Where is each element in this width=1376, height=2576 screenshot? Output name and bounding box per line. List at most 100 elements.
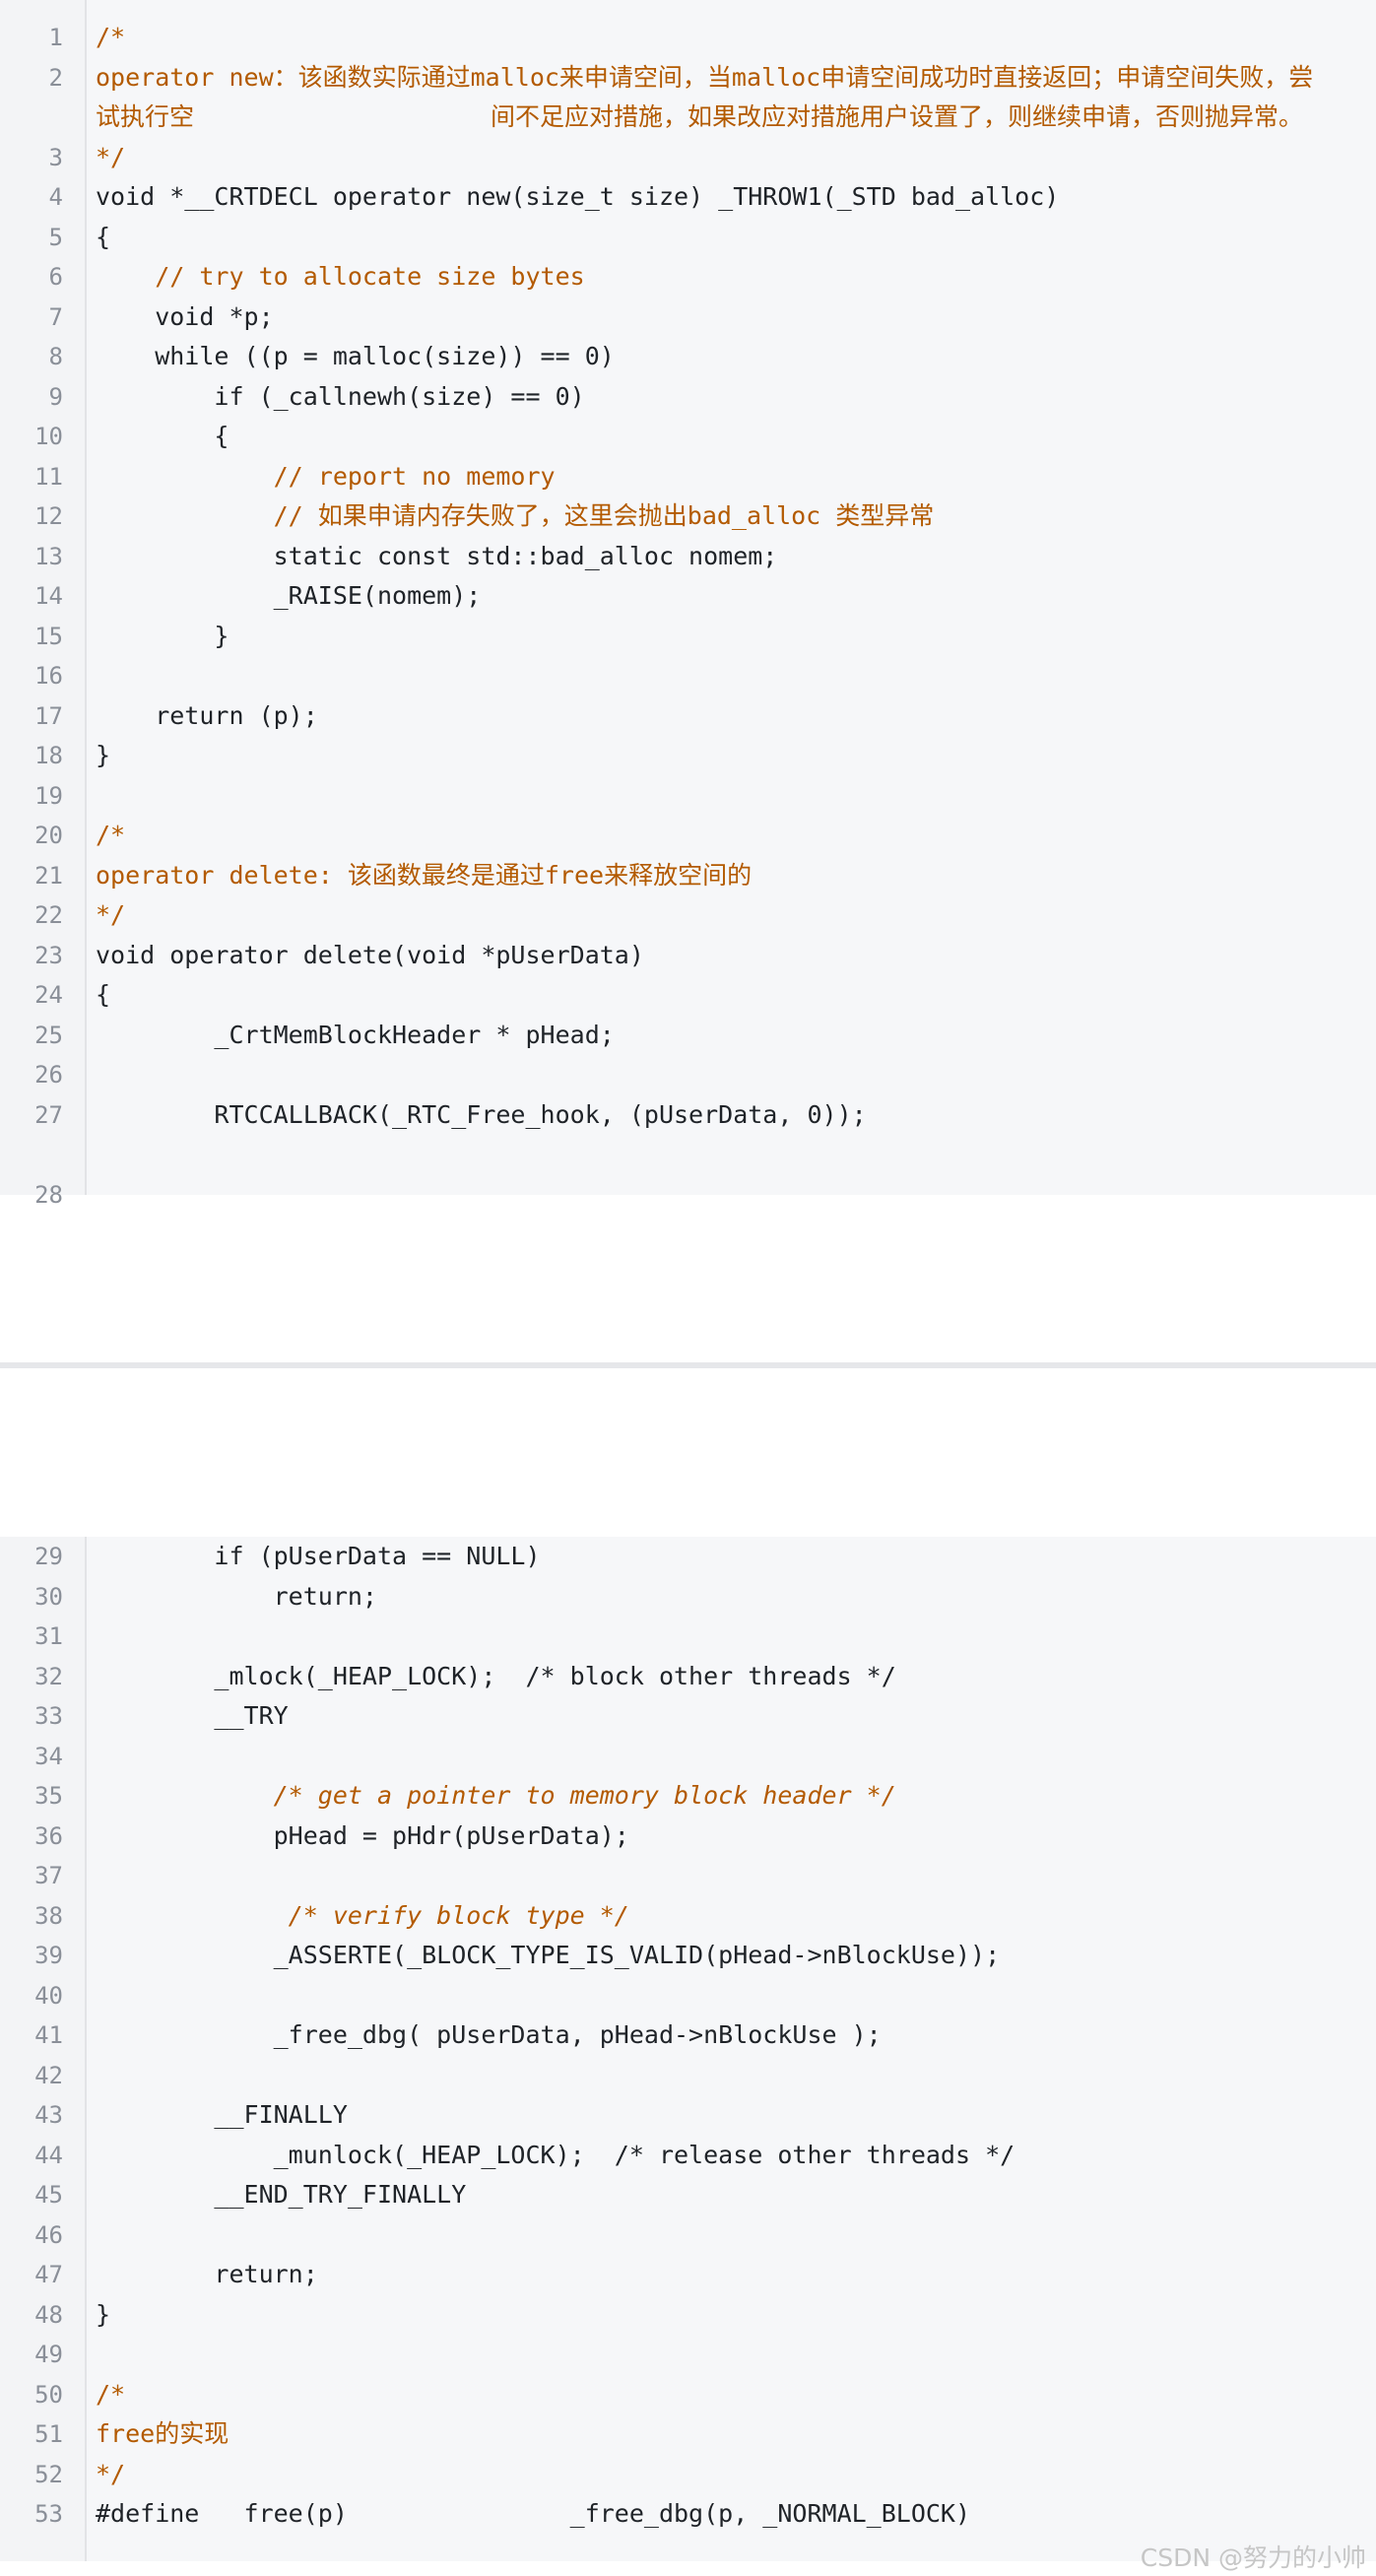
line-number: 36 xyxy=(34,1821,63,1850)
line-number: 41 xyxy=(34,2021,63,2049)
line-number: 13 xyxy=(34,542,63,570)
line-number: 48 xyxy=(34,2300,63,2329)
code-text: pHead = pHdr(pUserData); xyxy=(96,1820,629,1850)
line-number: 16 xyxy=(34,662,63,690)
code-text: _munlock(_HEAP_LOCK); /* release other t… xyxy=(96,2140,1016,2169)
line-number: 34 xyxy=(34,1742,63,1770)
code-text: } xyxy=(96,741,111,769)
code-text: } xyxy=(96,2299,111,2329)
code-line: 17 return (p); xyxy=(0,696,1376,737)
line-number: 47 xyxy=(34,2261,63,2288)
code-line: 24 { xyxy=(0,975,1376,1016)
code-line: 38 /* verify block type */ xyxy=(0,1896,1376,1937)
code-line: 12 // 如果申请内存失败了，这里会抛出bad_alloc 类型异常 xyxy=(0,496,1376,537)
code-text: { xyxy=(96,222,111,251)
code-text: _mlock(_HEAP_LOCK); /* block other threa… xyxy=(96,1661,896,1690)
code-line: 39 _ASSERTE(_BLOCK_TYPE_IS_VALID(pHead->… xyxy=(0,1936,1376,1976)
code-line: 34 xyxy=(0,1737,1376,1777)
code-line: 53 #define free(p) _free_dbg(p, _NORMAL_B… xyxy=(0,2494,1376,2535)
code-line: 41 _free_dbg( pUserData, pHead->nBlockUs… xyxy=(0,2015,1376,2056)
line-number: 21 xyxy=(34,861,63,890)
line-number: 14 xyxy=(34,582,63,610)
code-line: 40 xyxy=(0,1976,1376,2016)
code-block-bottom: 29 if (pUserData == NULL) 30 return; 31 32 … xyxy=(0,1537,1376,2561)
code-text: operator new：该函数实际通过malloc来申请空间，当malloc申… xyxy=(96,62,1314,132)
code-line: 50 /* xyxy=(0,2375,1376,2415)
code-text: /* xyxy=(96,2379,126,2409)
line-number: 1 xyxy=(48,24,63,51)
line-number: 26 xyxy=(34,1061,63,1089)
code-text: void *p; xyxy=(96,301,274,331)
code-text: { xyxy=(96,980,111,1009)
code-line: 3 */ xyxy=(0,138,1376,178)
code-line: 42 xyxy=(0,2056,1376,2096)
code-line: 18} xyxy=(0,736,1376,776)
code-line: 22 */ xyxy=(0,895,1376,936)
line-number: 46 xyxy=(34,2220,63,2249)
code-text: void operator delete(void *pUserData) xyxy=(96,940,644,969)
code-line: 5{ xyxy=(0,218,1376,258)
line-number: 3 xyxy=(48,143,63,171)
line-number: 11 xyxy=(34,462,63,491)
code-text: } xyxy=(96,621,229,650)
code-line: 10 { xyxy=(0,417,1376,457)
code-line: 28 xyxy=(0,1175,1376,1216)
code-line: 11 // report no memory xyxy=(0,457,1376,497)
line-number: 37 xyxy=(34,1862,63,1889)
code-text: __TRY xyxy=(96,1701,289,1730)
line-number: 52 xyxy=(34,2460,63,2488)
code-line: 29 if (pUserData == NULL) xyxy=(0,1537,1376,1577)
line-number: 15 xyxy=(34,622,63,650)
code-text: */ xyxy=(96,2459,126,2488)
line-number: 25 xyxy=(34,1021,63,1049)
code-line: 33 __TRY xyxy=(0,1696,1376,1737)
section-divider xyxy=(0,1362,1376,1368)
code-line: 4 void *__CRTDECL operator new(size_t siz… xyxy=(0,177,1376,218)
code-line: 13 static const std::bad_alloc nomem; xyxy=(0,537,1376,577)
code-line: 16 xyxy=(0,656,1376,696)
line-number: 35 xyxy=(34,1782,63,1810)
code-text: /* verify block type */ xyxy=(96,1900,629,1930)
code-text: if (pUserData == NULL) xyxy=(96,1542,541,1570)
code-text: void *__CRTDECL operator new(size_t size… xyxy=(96,182,1060,211)
code-text: return; xyxy=(96,2260,318,2288)
line-number: 43 xyxy=(34,2101,63,2129)
code-line: 43 __FINALLY xyxy=(0,2095,1376,2136)
code-text: _CrtMemBlockHeader * pHead; xyxy=(96,1020,615,1049)
code-line: 49 xyxy=(0,2335,1376,2375)
code-text: /* xyxy=(96,821,126,849)
line-number: 19 xyxy=(34,781,63,810)
line-number: 44 xyxy=(34,2141,63,2169)
csdn-watermark: CSDN @努力的小帅 xyxy=(1140,2543,1366,2572)
code-text: */ xyxy=(96,900,126,929)
code-line: 1 /* xyxy=(0,18,1376,58)
code-text: free的实现 xyxy=(96,2419,229,2448)
line-number: 33 xyxy=(34,1702,63,1730)
code-text: RTCCALLBACK(_RTC_Free_hook, (pUserData, … xyxy=(96,1099,867,1129)
code-line: 35 /* get a pointer to memory block head… xyxy=(0,1776,1376,1816)
code-text: _RAISE(nomem); xyxy=(96,581,482,610)
code-line: 19 xyxy=(0,776,1376,817)
code-line: 15 } xyxy=(0,617,1376,657)
line-number: 32 xyxy=(34,1662,63,1690)
code-line: 36 pHead = pHdr(pUserData); xyxy=(0,1816,1376,1857)
code-text: return; xyxy=(96,1581,377,1611)
code-text: /* get a pointer to memory block header … xyxy=(96,1781,896,1810)
line-number: 10 xyxy=(34,423,63,450)
line-number: 50 xyxy=(34,2380,63,2409)
line-number: 31 xyxy=(34,1622,63,1650)
line-number: 9 xyxy=(48,382,63,411)
code-line: 51 free的实现 xyxy=(0,2414,1376,2455)
code-text: #define free(p) _free_dbg(p, _NORMAL_BLO… xyxy=(96,2499,971,2528)
line-number: 2 xyxy=(48,63,63,92)
code-line: 21 operator delete: 该函数最终是通过free来释放空间的 xyxy=(0,856,1376,896)
code-line: 9 if (_callnewh(size) == 0) xyxy=(0,377,1376,418)
code-text: static const std::bad_alloc nomem; xyxy=(96,541,778,570)
line-number: 12 xyxy=(34,502,63,530)
line-number: 53 xyxy=(34,2500,63,2528)
code-line: 14 _RAISE(nomem); xyxy=(0,576,1376,617)
line-number: 23 xyxy=(34,941,63,969)
line-number: 24 xyxy=(34,981,63,1009)
line-number: 30 xyxy=(34,1582,63,1611)
